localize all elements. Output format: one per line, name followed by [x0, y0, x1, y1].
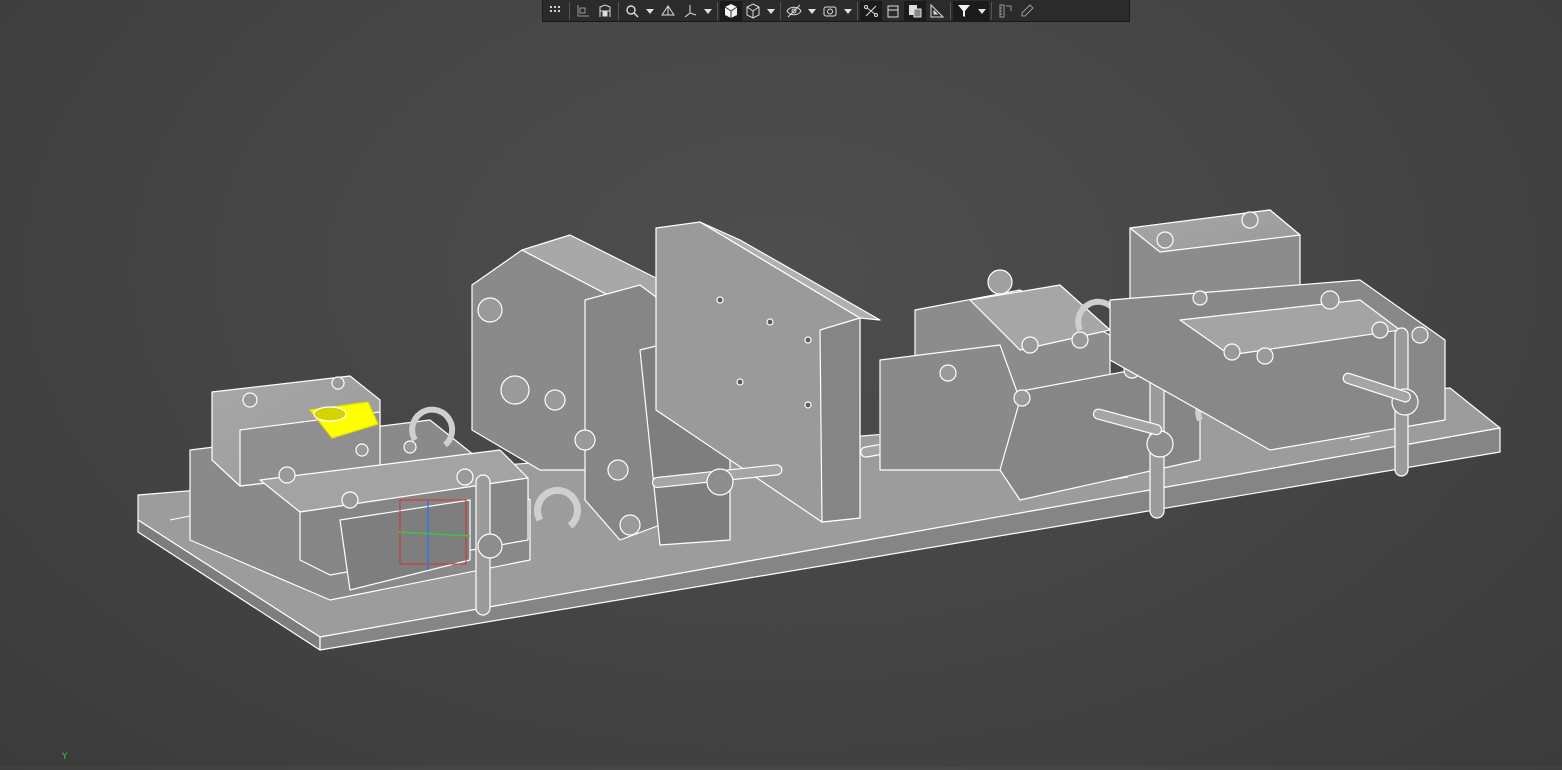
shaded-with-edges-icon — [723, 3, 739, 19]
previous-view-button[interactable] — [572, 1, 594, 21]
toolbar-separator — [717, 1, 718, 20]
shadows-icon — [929, 3, 945, 19]
filter-dropdown-chevron-button[interactable] — [975, 0, 989, 21]
display-style-dropdown-chevron-button[interactable] — [764, 1, 778, 21]
appearance-dropdown-chevron-button[interactable] — [841, 1, 855, 21]
appearance-icon — [822, 3, 838, 19]
appearance-dropdown-chevron-icon — [844, 7, 852, 15]
view-orientation-icon — [660, 3, 676, 19]
triad-y-axis-label: Y — [62, 752, 68, 762]
filter-dropdown-chevron-icon — [978, 7, 986, 15]
wireframe-cube-icon — [745, 2, 761, 19]
toolbar-separator — [780, 1, 781, 20]
color-picker-button[interactable] — [1016, 1, 1038, 21]
hide-show-dropdown-chevron-button[interactable] — [805, 1, 819, 21]
view-orientation-button[interactable] — [657, 1, 679, 21]
view-settings-icon — [907, 3, 923, 19]
selection-filter-button[interactable] — [953, 0, 975, 21]
appearance-button[interactable] — [819, 1, 841, 21]
scene-button[interactable] — [882, 1, 904, 21]
toolbar-separator — [950, 1, 951, 20]
toolbar-separator — [991, 1, 992, 20]
previous-view-icon — [575, 3, 591, 19]
toolbar-separator — [618, 1, 619, 20]
shadows-button[interactable] — [926, 1, 948, 21]
wireframe-cube-button[interactable] — [742, 1, 764, 21]
section-view-button[interactable] — [594, 1, 616, 21]
view-settings-button[interactable] — [904, 0, 926, 21]
measure-icon — [997, 3, 1013, 19]
hide-show-items-icon — [786, 3, 802, 19]
triad-axes-icon — [682, 3, 698, 19]
shaded-with-edges-button[interactable] — [720, 0, 742, 21]
scene-icon — [885, 3, 901, 19]
orientation-dropdown-chevron-button[interactable] — [701, 1, 715, 21]
toolbar-separator — [569, 1, 570, 20]
hide-show-items-button[interactable] — [783, 1, 805, 21]
zoom-to-area-icon — [624, 3, 640, 19]
grid-handle-icon — [548, 3, 564, 19]
toolbar-separator — [857, 1, 858, 20]
heads-up-view-toolbar — [542, 0, 1130, 22]
graphics-viewport[interactable] — [0, 0, 1562, 766]
orientation-dropdown-chevron-icon — [704, 7, 712, 15]
routing-icon — [863, 3, 879, 19]
color-picker-icon — [1019, 3, 1035, 19]
triad-axes-button[interactable] — [679, 1, 701, 21]
zoom-dropdown-chevron-button[interactable] — [643, 1, 657, 21]
display-style-dropdown-chevron-icon — [767, 7, 775, 15]
hide-show-dropdown-chevron-icon — [808, 7, 816, 15]
zoom-dropdown-chevron-icon — [646, 7, 654, 15]
routing-button[interactable] — [860, 0, 882, 21]
measure-button[interactable] — [994, 1, 1016, 21]
fixture-assembly-model[interactable] — [0, 0, 1562, 766]
section-view-icon — [597, 3, 613, 19]
selection-filter-icon — [956, 3, 972, 19]
grid-handle-button[interactable] — [545, 1, 567, 21]
zoom-to-area-button[interactable] — [621, 1, 643, 21]
